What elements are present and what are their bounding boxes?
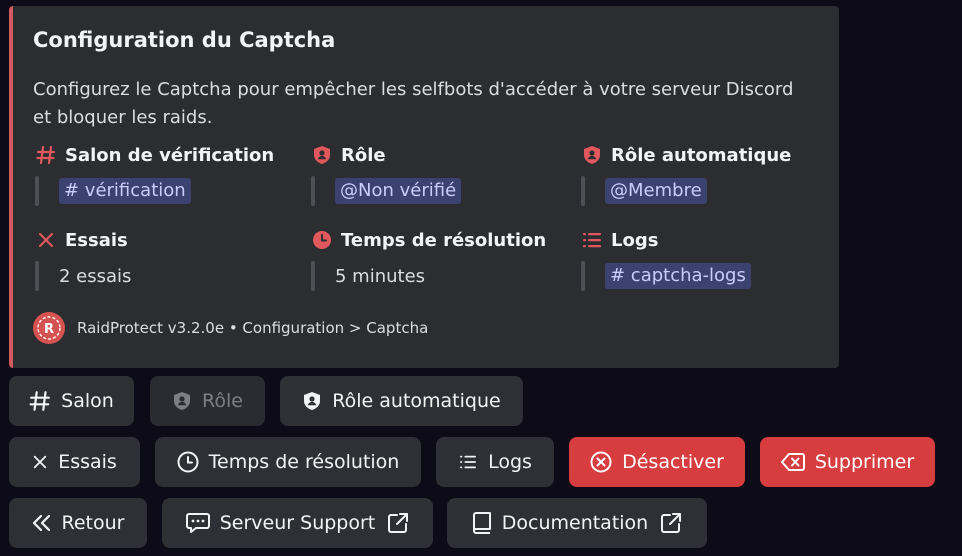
field-verification-channel: Salon de vérification # vérification [35, 142, 274, 206]
field-name: Salon de vérification [65, 144, 275, 166]
role-mention[interactable]: @Non vérifié [335, 178, 462, 204]
disable-button[interactable]: Désactiver [569, 437, 745, 487]
x-icon [35, 229, 57, 251]
clock-icon [311, 229, 333, 251]
hash-icon [35, 144, 57, 166]
attempts-button[interactable]: Essais [9, 437, 140, 487]
shield-user-icon [172, 391, 192, 411]
clock-icon [177, 451, 199, 473]
button-label: Désactiver [622, 451, 724, 473]
logs-button[interactable]: Logs [436, 437, 554, 487]
button-label: Essais [58, 451, 117, 473]
field-attempts: Essais 2 essais [35, 227, 131, 291]
field-bar [311, 176, 315, 206]
channel-mention[interactable]: # vérification [59, 178, 191, 204]
x-icon [32, 454, 48, 470]
button-label: Rôle automatique [332, 390, 501, 412]
book-icon [472, 512, 492, 534]
field-value: 5 minutes [335, 265, 426, 287]
auto-role-button[interactable]: Rôle automatique [280, 376, 523, 426]
list-icon [458, 454, 478, 470]
field-name: Rôle automatique [611, 144, 792, 166]
button-label: Temps de résolution [208, 451, 400, 473]
field-bar [35, 261, 39, 291]
button-label: Serveur Support [219, 512, 376, 534]
button-label: Supprimer [814, 451, 915, 473]
external-link-icon [660, 512, 682, 534]
field-value: 2 essais [59, 265, 132, 287]
raidprotect-avatar-icon: R [33, 312, 65, 344]
resolution-time-button[interactable]: Temps de résolution [155, 437, 421, 487]
field-name: Logs [611, 229, 659, 251]
delete-button[interactable]: Supprimer [760, 437, 935, 487]
field-logs: Logs # captcha-logs [581, 227, 751, 291]
captcha-embed: Configuration du Captcha Configurez le C… [9, 6, 839, 368]
salon-button[interactable]: Salon [9, 376, 134, 426]
field-bar [311, 261, 315, 291]
chat-icon [185, 512, 210, 534]
double-chevron-left-icon [32, 514, 52, 532]
field-resolution-time: Temps de résolution 5 minutes [311, 227, 546, 291]
support-server-button[interactable]: Serveur Support [162, 498, 433, 548]
circle-x-icon [590, 451, 612, 473]
external-link-icon [387, 512, 409, 534]
list-icon [581, 229, 603, 251]
channel-mention[interactable]: # captcha-logs [605, 263, 751, 289]
role-button[interactable]: Rôle [150, 376, 265, 426]
button-label: Logs [488, 451, 532, 473]
embed-footer: R RaidProtect v3.2.0e • Configuration > … [33, 312, 428, 344]
embed-title: Configuration du Captcha [33, 28, 336, 52]
shield-user-icon [302, 391, 322, 411]
button-label: Rôle [202, 390, 243, 412]
backspace-icon [780, 452, 805, 472]
button-label: Salon [61, 390, 114, 412]
field-name: Temps de résolution [341, 229, 547, 251]
shield-user-icon [311, 144, 333, 166]
field-bar [581, 176, 585, 206]
hash-icon [29, 390, 51, 412]
button-label: Documentation [501, 512, 649, 534]
field-name: Essais [65, 229, 128, 251]
footer-text: RaidProtect v3.2.0e • Configuration > Ca… [77, 319, 429, 337]
field-bar [35, 176, 39, 206]
field-name: Rôle [341, 144, 386, 166]
button-label: Retour [61, 512, 125, 534]
embed-description: Configurez le Captcha pour empêcher les … [33, 79, 794, 128]
avatar-letter: R [44, 322, 54, 337]
field-auto-role: Rôle automatique @Membre [581, 142, 791, 206]
field-bar [581, 261, 585, 291]
shield-user-icon [581, 144, 603, 166]
back-button[interactable]: Retour [9, 498, 147, 548]
field-role: Rôle @Non vérifié [311, 142, 462, 206]
documentation-button[interactable]: Documentation [447, 498, 707, 548]
role-mention[interactable]: @Membre [605, 178, 707, 204]
